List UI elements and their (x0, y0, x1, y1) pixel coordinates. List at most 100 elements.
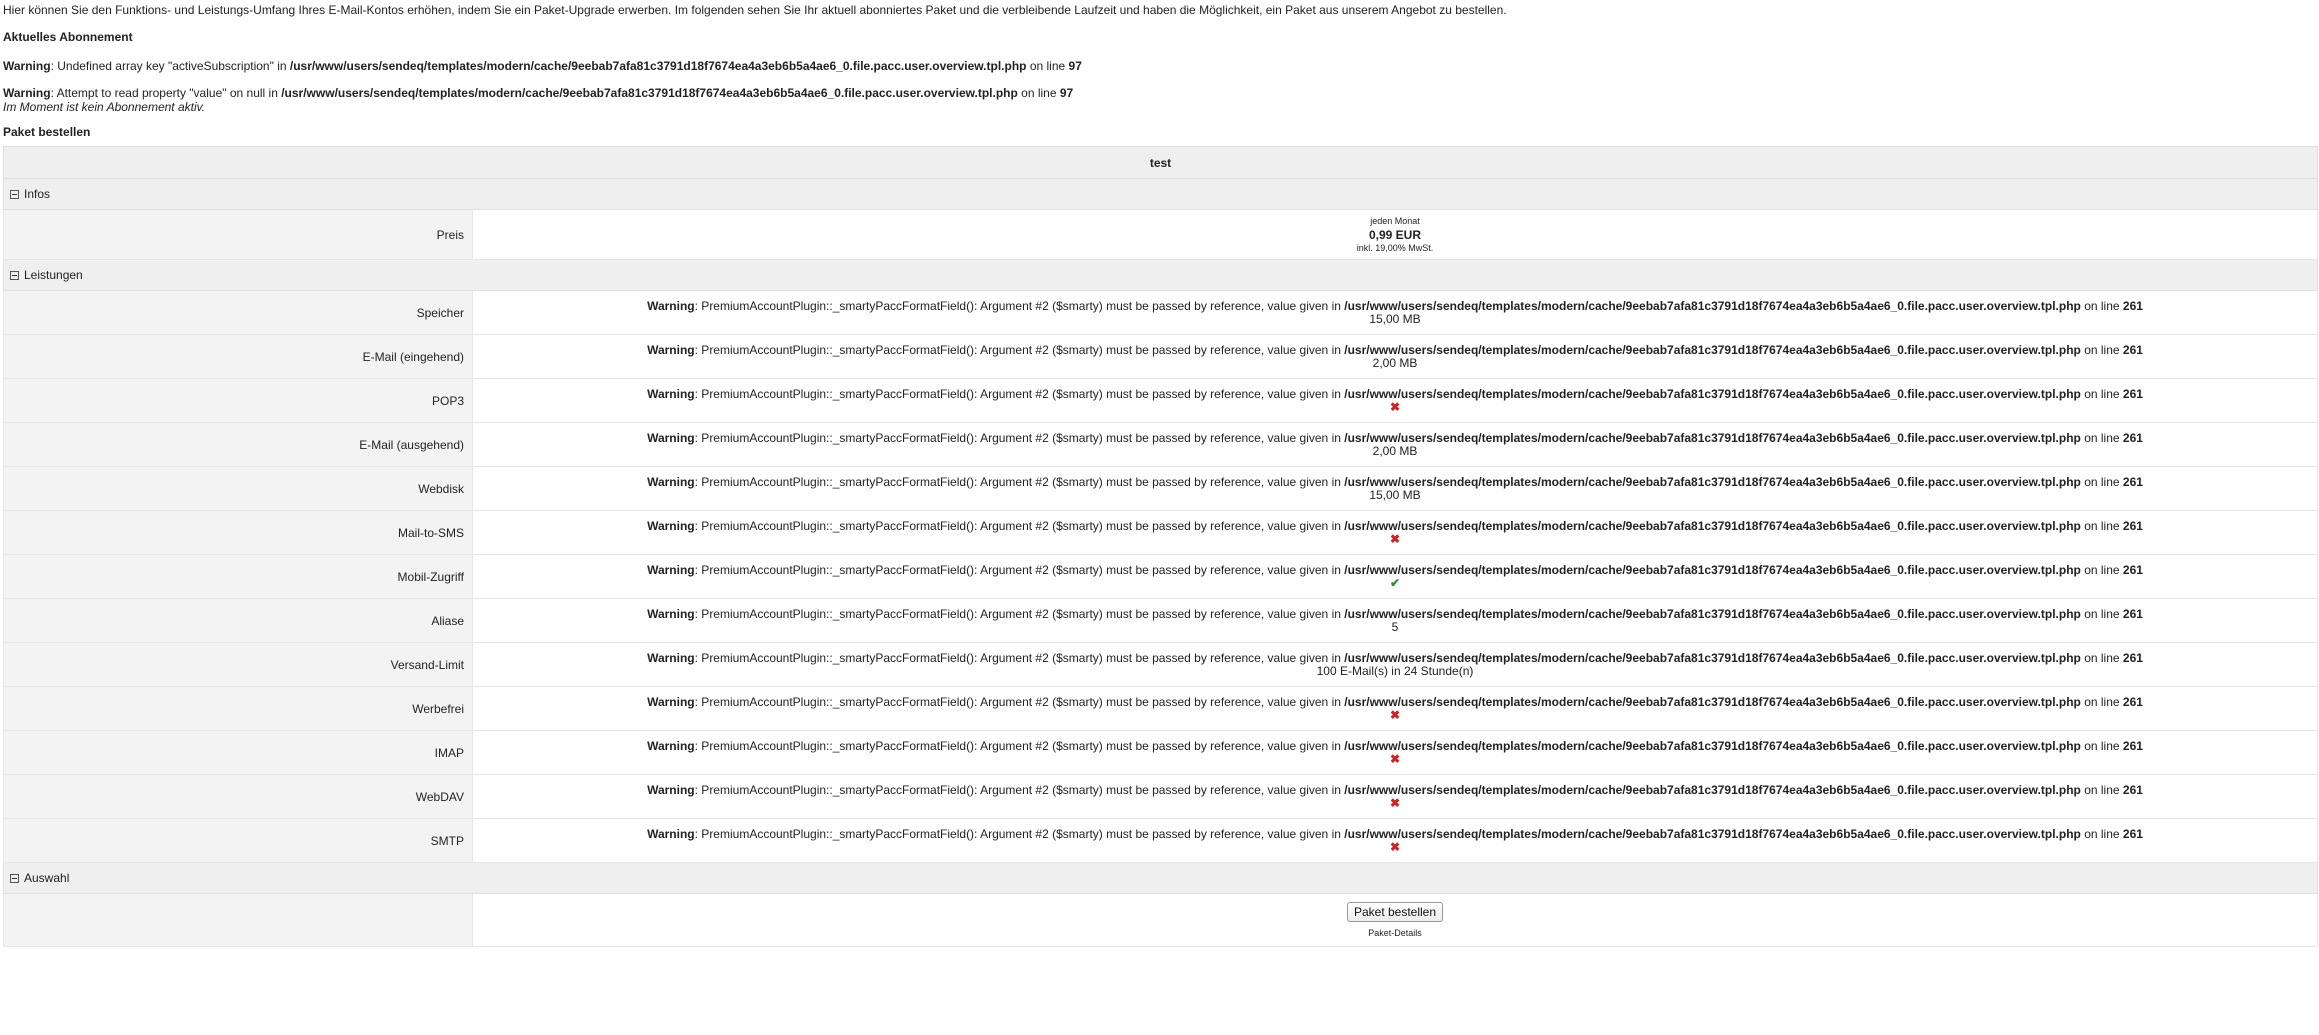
package-name: test (3, 146, 2318, 179)
intro-text: Hier können Sie den Funktions- und Leist… (3, 3, 1507, 17)
warning-text: on line (2080, 650, 2123, 665)
collapse-icon[interactable] (10, 190, 19, 200)
warning-path: /usr/www/users/sendeq/templates/modern/c… (1344, 518, 2081, 533)
feature-value-cell: Warning: PremiumAccountPlugin::_smartyPa… (472, 422, 2318, 467)
section-auswahl[interactable]: Auswahl (3, 862, 2318, 894)
current-subscription-heading: Aktuelles Abonnement (3, 30, 133, 44)
section-label: Auswahl (24, 871, 70, 885)
warning-path: /usr/www/users/sendeq/templates/modern/c… (1344, 782, 2081, 797)
collapse-icon[interactable] (10, 874, 19, 884)
price-period: jeden Monat (1370, 215, 1420, 226)
warning-text: : PremiumAccountPlugin::_smartyPaccForma… (694, 562, 1345, 577)
warning-path: /usr/www/users/sendeq/templates/modern/c… (1344, 298, 2081, 313)
feature-value-cell: Warning: PremiumAccountPlugin::_smartyPa… (472, 510, 2318, 555)
package-details-link[interactable]: Paket-Details (473, 928, 2317, 938)
feature-label: WebDAV (3, 774, 473, 819)
feature-row: E-Mail (eingehend) Warning: PremiumAccoun… (3, 334, 2318, 379)
warning-line: 261 (2122, 606, 2143, 621)
warning-text: : PremiumAccountPlugin::_smartyPaccForma… (694, 342, 1345, 357)
feature-value-cell: Warning: PremiumAccountPlugin::_smartyPa… (472, 730, 2318, 775)
warning-text: on line (2080, 430, 2123, 445)
collapse-icon[interactable] (10, 271, 19, 281)
warning-text: : PremiumAccountPlugin::_smartyPaccForma… (694, 606, 1345, 621)
warning-line: 261 (2122, 650, 2143, 665)
warning-text: on line (2080, 694, 2123, 709)
warning-text: : PremiumAccountPlugin::_smartyPaccForma… (694, 782, 1345, 797)
warning-text: on line (2080, 826, 2123, 841)
warning-text: : PremiumAccountPlugin::_smartyPaccForma… (694, 386, 1345, 401)
price-value: jeden Monat 0,99 EUR inkl. 19,00% MwSt. (472, 209, 2318, 260)
cross-icon: ✖ (1389, 839, 1401, 854)
choice-label (3, 893, 473, 947)
warning-path: /usr/www/users/sendeq/templates/modern/c… (1344, 386, 2081, 401)
cross-icon: ✖ (1389, 751, 1401, 766)
feature-row: Mobil-Zugriff Warning: PremiumAccountPlug… (3, 554, 2318, 599)
warning-line: 97 (1068, 59, 1082, 73)
no-subscription-note: Im Moment ist kein Abonnement aktiv. (3, 100, 206, 114)
warning-text: : Attempt to read property "value" on nu… (50, 86, 282, 100)
warning-label: Warning (647, 782, 695, 797)
warning-message: Warning: Undefined array key "activeSubs… (3, 59, 2316, 73)
warning-path: /usr/www/users/sendeq/templates/modern/c… (1344, 606, 2081, 621)
warning-text: : PremiumAccountPlugin::_smartyPaccForma… (694, 826, 1345, 841)
feature-row: Speicher Warning: PremiumAccountPlugin::_… (3, 290, 2318, 335)
feature-value-cell: Warning: PremiumAccountPlugin::_smartyPa… (472, 466, 2318, 511)
feature-value: 100 E-Mail(s) in 24 Stunde(n) (1316, 663, 1474, 678)
section-label: Leistungen (24, 268, 83, 282)
warning-path: /usr/www/users/sendeq/templates/modern/c… (1344, 694, 2081, 709)
page: Hier können Sie den Funktions- und Leist… (0, 0, 2319, 947)
feature-value-cell: Warning: PremiumAccountPlugin::_smartyPa… (472, 554, 2318, 599)
feature-label: E-Mail (ausgehend) (3, 422, 473, 467)
feature-row: Versand-Limit Warning: PremiumAccountPlug… (3, 642, 2318, 687)
order-package-button[interactable]: Paket bestellen (1346, 902, 1444, 922)
cross-icon: ✖ (1389, 707, 1401, 722)
feature-label: Versand-Limit (3, 642, 473, 687)
feature-value-cell: Warning: PremiumAccountPlugin::_smartyPa… (472, 686, 2318, 731)
feature-value: 2,00 MB (1372, 443, 1418, 458)
warning-label: Warning (647, 694, 695, 709)
warning-text: : PremiumAccountPlugin::_smartyPaccForma… (694, 298, 1345, 313)
feature-row: Webdisk Warning: PremiumAccountPlugin::_s… (3, 466, 2318, 511)
cross-icon: ✖ (1389, 399, 1401, 414)
warning-label: Warning (647, 430, 695, 445)
warning-label: Warning (647, 826, 695, 841)
warning-line: 261 (2122, 694, 2143, 709)
feature-label: Aliase (3, 598, 473, 643)
feature-label: Speicher (3, 290, 473, 335)
feature-label: Mail-to-SMS (3, 510, 473, 555)
feature-value-cell: Warning: PremiumAccountPlugin::_smartyPa… (472, 774, 2318, 819)
feature-value: 5 (1391, 619, 1399, 634)
price-tax: inkl. 19,00% MwSt. (1356, 242, 1434, 253)
warning-text: : PremiumAccountPlugin::_smartyPaccForma… (694, 430, 1345, 445)
warning-label: Warning (647, 298, 695, 313)
price-label: Preis (3, 209, 473, 260)
cross-icon: ✖ (1389, 531, 1401, 546)
section-infos[interactable]: Infos (3, 178, 2318, 210)
warning-label: Warning (647, 562, 695, 577)
price-amount: 0,99 EUR (1368, 227, 1422, 242)
warning-text: on line (2080, 518, 2123, 533)
warning-line: 261 (2122, 430, 2143, 445)
feature-row: Aliase Warning: PremiumAccountPlugin::_sm… (3, 598, 2318, 643)
section-leistungen[interactable]: Leistungen (3, 259, 2318, 291)
warning-path: /usr/www/users/sendeq/templates/modern/c… (1344, 826, 2081, 841)
warning-text: : PremiumAccountPlugin::_smartyPaccForma… (694, 694, 1345, 709)
warning-text: on line (2080, 386, 2123, 401)
feature-value: 15,00 MB (1369, 311, 1421, 326)
warning-path: /usr/www/users/sendeq/templates/modern/c… (1344, 738, 2081, 753)
feature-row: SMTP Warning: PremiumAccountPlugin::_smar… (3, 818, 2318, 863)
warning-line: 261 (2122, 562, 2143, 577)
feature-label: SMTP (3, 818, 473, 863)
check-icon: ✔ (1389, 575, 1401, 590)
warning-path: /usr/www/users/sendeq/templates/modern/c… (281, 86, 1018, 100)
warning-line: 261 (2122, 474, 2143, 489)
section-label: Infos (24, 187, 51, 201)
warning-label: Warning (647, 606, 695, 621)
warning-label: Warning (647, 738, 695, 753)
warning-text: : Undefined array key "activeSubscriptio… (50, 59, 290, 73)
warning-path: /usr/www/users/sendeq/templates/modern/c… (1344, 562, 2081, 577)
feature-value-cell: Warning: PremiumAccountPlugin::_smartyPa… (472, 642, 2318, 687)
feature-label: E-Mail (eingehend) (3, 334, 473, 379)
feature-row: E-Mail (ausgehend) Warning: PremiumAccoun… (3, 422, 2318, 467)
feature-label: Mobil-Zugriff (3, 554, 473, 599)
